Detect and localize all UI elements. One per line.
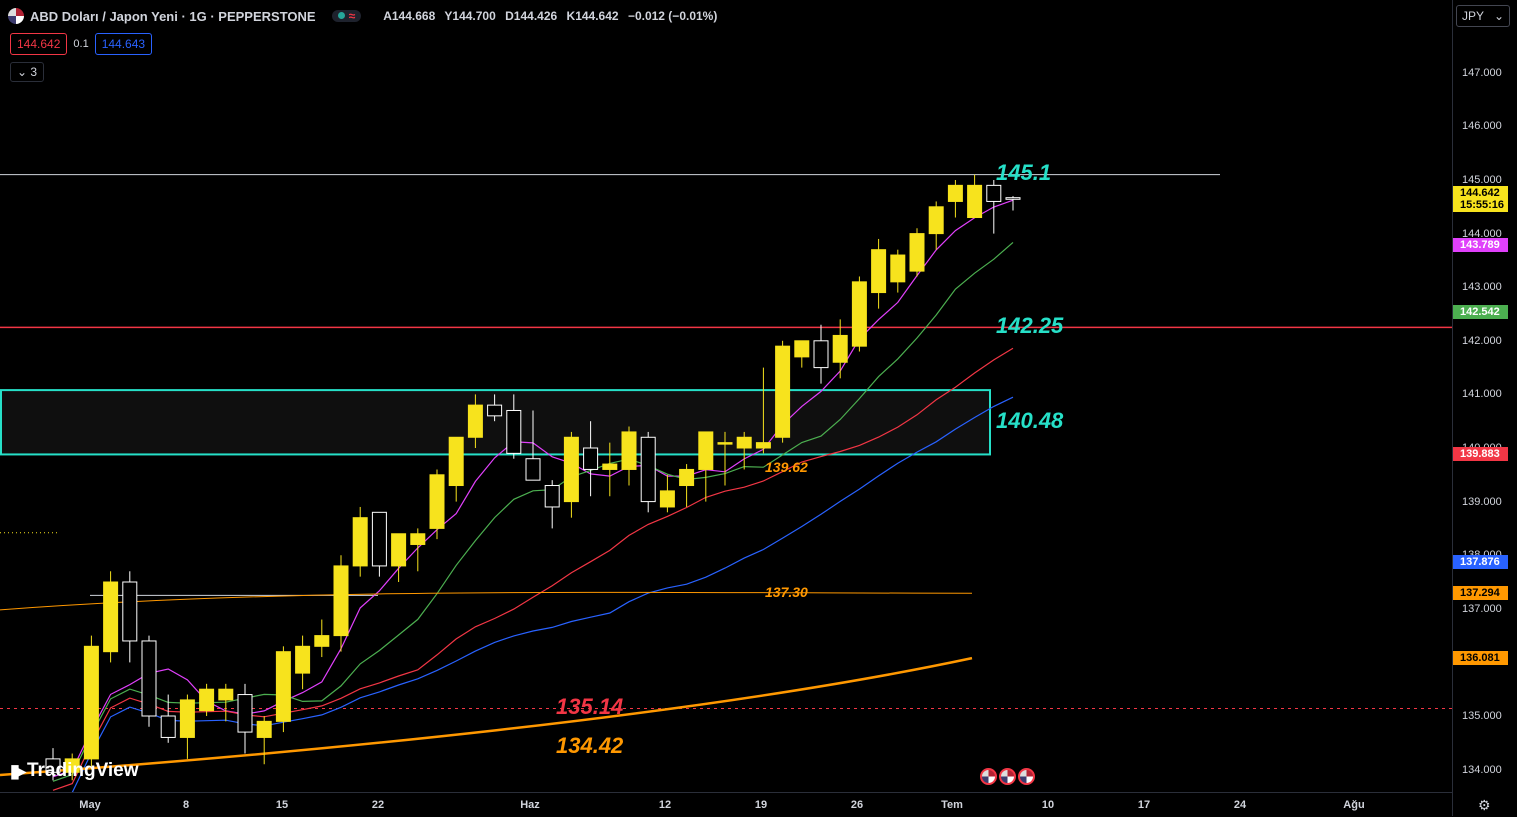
us-event-icon[interactable] [1018,768,1035,785]
price-tag: 137.876 [1453,554,1508,569]
price-tag: 139.883 [1453,447,1508,462]
price-axis-label: 143.000 [1462,281,1502,294]
buy-button[interactable]: 144.643 [94,33,153,55]
price-tag: 143.789 [1453,237,1508,252]
price-tag: 137.294 [1453,586,1508,601]
time-axis-label: 24 [1233,799,1247,811]
price-axis-label: 134.000 [1462,763,1502,776]
price-axis-label: 141.000 [1462,388,1502,401]
chevron-down-icon: ⌄ [1493,9,1504,23]
level-annotation[interactable]: 134.42 [556,733,623,759]
price-axis-label: 146.000 [1462,120,1502,133]
price-chart[interactable] [0,0,1452,792]
level-annotation[interactable]: 139.62 [765,459,808,475]
symbol-title[interactable]: ABD Doları / Japon Yeni · 1G · PEPPERSTO… [30,9,316,24]
tradingview-logo[interactable]: ▮▸ TradingView [10,760,139,782]
level-annotation[interactable]: 137.30 [765,584,808,600]
price-axis-label: 137.000 [1462,602,1502,615]
time-axis-label: 8 [182,799,190,811]
time-axis-label: May [79,799,101,811]
level-annotation[interactable]: 140.48 [996,408,1063,434]
level-annotation[interactable]: 135.14 [556,694,623,720]
price-axis-label: 135.000 [1462,710,1502,722]
us-jp-flag-icon [8,8,24,24]
change-value: −0.012 (−0.01%) [627,9,718,23]
time-axis-label: Ağu [1343,799,1365,811]
settings-gear-icon[interactable]: ⚙ [1478,797,1491,814]
price-axis-label: 145.000 [1462,174,1502,186]
candle[interactable] [640,431,656,513]
candle[interactable] [141,635,157,727]
time-axis-label: 12 [658,799,672,811]
market-status-icon[interactable]: ≈ [331,10,362,22]
candle[interactable] [83,635,99,770]
time-axis-label: Tem [941,799,963,811]
time-axis-label: 19 [754,799,768,811]
time-axis-label: 17 [1137,799,1151,811]
us-event-icon[interactable] [980,768,997,785]
time-axis-label: 22 [371,799,385,811]
time-axis-label: 15 [275,799,289,811]
candle[interactable] [103,571,119,663]
us-event-icon[interactable] [999,768,1016,785]
price-axis-label: 142.000 [1462,334,1502,347]
price-tag: 136.081 [1453,651,1508,666]
time-axis[interactable]: May 8 15 22 Haz 12 19 26 Tem 10 17 24 Ağu [0,792,1452,817]
currency-selector[interactable]: JPY ⌄ [1456,5,1510,27]
candle[interactable] [775,340,791,443]
level-annotation[interactable]: 145.1 [996,160,1051,186]
candle[interactable] [429,469,445,540]
price-tag: 144.642 15:55:16 [1453,186,1508,213]
time-axis-label: 10 [1041,799,1055,811]
symbol-header: ABD Doları / Japon Yeni · 1G · PEPPERSTO… [8,6,723,26]
time-axis-label: Haz [520,799,540,811]
tradingview-mark-icon: ▮▸ [10,760,26,781]
trade-buttons: 144.642 0.1 144.643 [10,33,153,55]
support-zone [0,389,991,456]
price-tag: 142.542 [1453,304,1508,319]
candle[interactable] [909,228,925,277]
price-axis-label: 139.000 [1462,495,1502,508]
time-axis-label: 26 [850,799,864,811]
economic-events [980,768,1035,785]
level-annotation[interactable]: 142.25 [996,313,1063,339]
spread-value: 0.1 [73,38,89,50]
indicators-collapse-button[interactable]: ⌄ 3 [10,62,45,82]
ohlc-values: A144.668 Y144.700 D144.426 K144.642 −0.0… [383,9,718,23]
candle[interactable] [352,506,368,577]
candle[interactable] [275,646,291,733]
candle[interactable] [851,276,867,352]
sell-button[interactable]: 144.642 [10,33,68,55]
price-axis-label: 147.000 [1462,66,1502,79]
